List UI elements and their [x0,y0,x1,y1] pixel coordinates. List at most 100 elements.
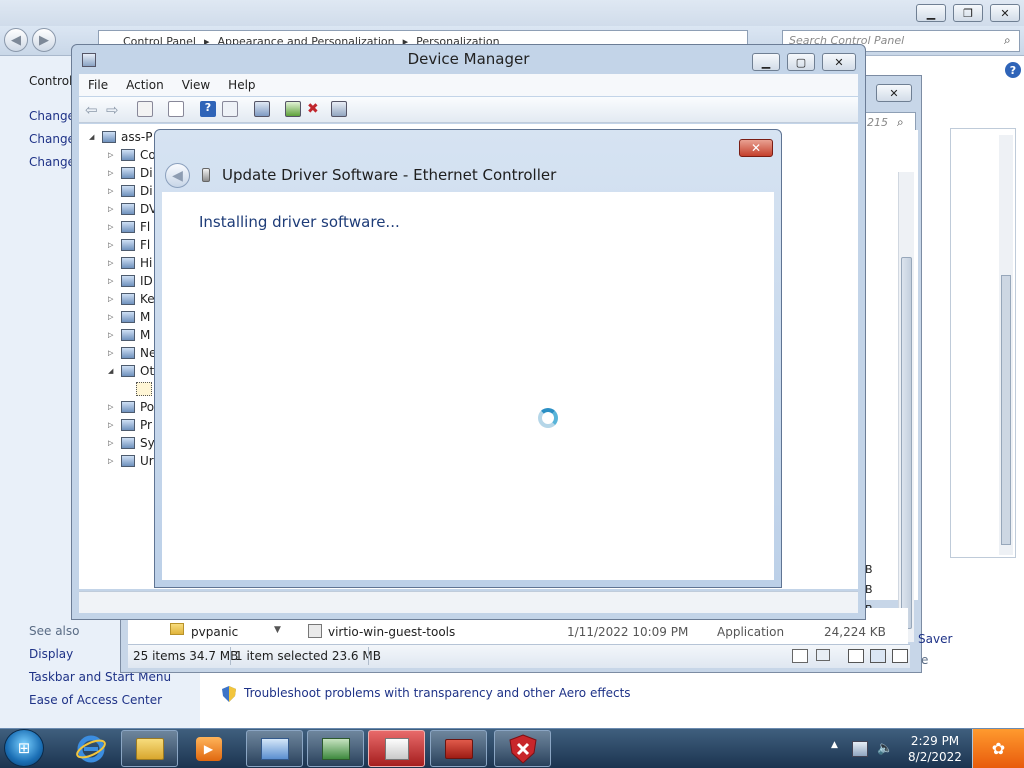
tree-item[interactable]: ▷ M [108,308,150,326]
screen-saver-link[interactable]: Saver [918,632,952,646]
enable-device-icon[interactable] [331,101,347,117]
menu-view[interactable]: View [173,78,219,92]
show-hidden-icons-button[interactable]: ▲ [831,740,838,750]
explorer-search-input[interactable]: 215 [862,112,916,132]
tree-item[interactable]: ▷ Ke [108,290,155,308]
sidebar-link[interactable]: Change [29,155,75,169]
dm-close-button[interactable]: ✕ [822,53,856,71]
show-desktop-button[interactable]: ✿ [972,729,1024,768]
view-icon[interactable] [222,101,238,117]
file-name[interactable]: virtio-win-guest-tools [328,625,455,639]
tree-item[interactable]: ▷ Ur [108,452,154,470]
help-icon[interactable]: ? [1005,62,1021,78]
expand-icon[interactable]: ▷ [108,439,118,447]
scrollbar-thumb[interactable] [901,257,912,629]
tree-root[interactable]: ◢ ass-P [89,128,152,146]
tree-item[interactable]: ▷ Pr [108,416,152,434]
expand-icon[interactable]: ▷ [108,151,118,159]
tree-item[interactable]: ◢ Ot [108,362,154,380]
menu-action[interactable]: Action [117,78,173,92]
dialog-back-button[interactable]: ◀ [165,163,190,188]
expand-icon[interactable]: ▷ [108,331,118,339]
taskbar-control-panel[interactable] [246,730,303,767]
tree-item[interactable]: ▷ Co [108,146,156,164]
dm-minimize-button[interactable]: ▁ [752,53,780,71]
expand-icon[interactable]: ▷ [108,223,118,231]
expand-icon[interactable]: ▷ [108,295,118,303]
dm-maximize-button[interactable]: ▢ [787,53,815,71]
expand-icon[interactable]: ▷ [108,403,118,411]
tree-item[interactable]: ▷ Fl [108,218,150,236]
forward-arrow-icon[interactable]: ⇨ [106,101,122,119]
restore-button[interactable]: ❐ [953,4,983,22]
file-row[interactable]: pvpanic ▼ virtio-win-guest-tools 1/11/20… [130,622,905,642]
taskbar-device-manager[interactable] [307,730,364,767]
menu-file[interactable]: File [79,78,117,92]
back-arrow-icon[interactable]: ⇦ [85,101,101,119]
search-icon[interactable]: ⌕ [897,115,904,130]
tree-item[interactable]: ▷ Po [108,398,154,416]
collapse-icon[interactable]: ◢ [108,367,118,375]
expand-icon[interactable]: ▷ [108,421,118,429]
system-clock[interactable]: 2:29 PM 8/2/2022 [900,733,970,765]
tree-item[interactable]: ▷ Sy [108,434,155,452]
folder-name[interactable]: pvpanic [191,625,238,639]
volume-muted-icon[interactable]: 🔈 [877,741,893,757]
dialog-close-button[interactable]: ✕ [739,139,773,157]
start-button[interactable]: ⊞ [4,729,44,767]
sidebar-link[interactable]: Change [29,132,75,146]
thumbnail-view-icon[interactable] [816,649,830,661]
taskbar-internet-explorer[interactable] [62,730,119,767]
tree-item[interactable]: ▷ Fl [108,236,150,254]
menu-help[interactable]: Help [219,78,264,92]
expand-icon[interactable]: ▷ [108,277,118,285]
scrollbar-thumb[interactable] [1001,275,1011,545]
taskbar-media-player[interactable]: ▶ [180,730,237,767]
taskbar-update-driver[interactable] [368,730,425,767]
minimize-button[interactable]: ▁ [916,4,946,22]
taskbar-security-error[interactable] [494,730,551,767]
explorer-scrollbar[interactable] [898,172,914,642]
uninstall-icon[interactable]: ✖ [307,101,323,117]
layout-icon[interactable] [848,649,864,663]
tree-item[interactable]: ▷ DV [108,200,157,218]
search-icon[interactable]: ⌕ [1004,33,1011,48]
details-pane-icon[interactable] [892,649,908,663]
taskbar-toolbox[interactable] [430,730,487,767]
tree-item[interactable]: ▷ Di [108,182,153,200]
expand-icon[interactable]: ▷ [108,205,118,213]
troubleshoot-link[interactable]: Troubleshoot problems with transparency … [244,686,631,700]
taskbar-windows-explorer[interactable] [121,730,178,767]
preview-pane-icon[interactable] [870,649,886,663]
see-also-display-link[interactable]: Display [29,647,73,661]
close-button[interactable]: ✕ [990,4,1020,22]
chevron-down-icon[interactable]: ▼ [274,625,281,635]
preview-scrollbar[interactable] [999,135,1013,555]
back-button[interactable]: ◀ [4,28,28,52]
action-center-icon[interactable] [852,741,868,757]
sidebar-link[interactable]: Change [29,109,75,123]
tree-item[interactable]: ▷ ID [108,272,153,290]
expand-icon[interactable]: ▷ [108,169,118,177]
expand-icon[interactable]: ▷ [108,457,118,465]
show-hide-tree-icon[interactable] [137,101,153,117]
tree-item[interactable]: ▷ M [108,326,150,344]
forward-button[interactable]: ▶ [32,28,56,52]
see-also-ease-of-access-link[interactable]: Ease of Access Center [29,693,162,707]
tree-item-selected[interactable] [136,380,152,398]
tree-item[interactable]: ▷ Hi [108,254,152,272]
explorer-close-button[interactable]: ✕ [876,84,912,102]
expand-icon[interactable]: ▷ [108,241,118,249]
tree-item[interactable]: ▷ Di [108,164,153,182]
expand-icon[interactable]: ▷ [108,259,118,267]
help-icon[interactable]: ? [200,101,216,117]
collapse-icon[interactable]: ◢ [89,133,99,141]
details-view-icon[interactable] [792,649,808,663]
properties-icon[interactable] [168,101,184,117]
expand-icon[interactable]: ▷ [108,187,118,195]
scan-hardware-icon[interactable] [254,101,270,117]
tree-item[interactable]: ▷ Ne [108,344,156,362]
expand-icon[interactable]: ▷ [108,349,118,357]
update-driver-icon[interactable] [285,101,301,117]
expand-icon[interactable]: ▷ [108,313,118,321]
